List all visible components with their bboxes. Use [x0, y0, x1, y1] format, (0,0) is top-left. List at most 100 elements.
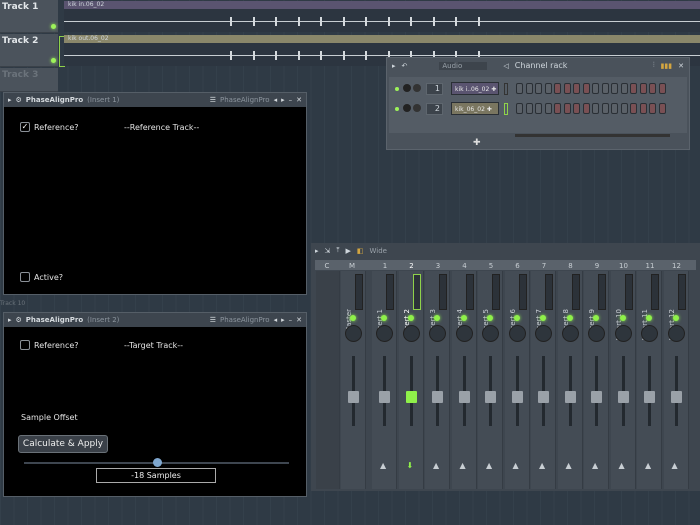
preset-name[interactable]: PhaseAlignPro [220, 96, 270, 104]
step-button[interactable] [535, 83, 542, 94]
active-checkbox[interactable]: Active? [20, 272, 63, 282]
view-mode[interactable]: Wide [370, 247, 387, 255]
step-button[interactable] [620, 103, 628, 114]
step-button[interactable] [592, 83, 599, 94]
enable-led[interactable] [434, 315, 440, 321]
volume-fader[interactable] [458, 356, 470, 426]
channel-select[interactable] [504, 103, 508, 115]
step-button[interactable] [601, 103, 609, 114]
filter-dropdown[interactable]: Audio [439, 61, 488, 70]
volume-fader[interactable] [564, 356, 576, 426]
step-button[interactable] [592, 103, 599, 114]
fader-cap[interactable] [379, 391, 390, 403]
menu-icon[interactable]: ☰ [210, 96, 216, 104]
close-icon[interactable]: ✕ [678, 62, 684, 70]
volume-fader[interactable] [591, 356, 602, 426]
mixer-strip-insert-10[interactable]: Insert 10 ▲ [610, 271, 636, 489]
fader-cap[interactable] [348, 391, 359, 403]
enable-led[interactable] [540, 315, 546, 321]
pan-knob[interactable] [508, 325, 526, 342]
send-icon[interactable]: ▶ [346, 247, 351, 255]
checkbox-box[interactable] [20, 340, 30, 350]
step-button[interactable] [535, 103, 542, 114]
track-led[interactable] [51, 58, 56, 63]
gear-icon[interactable]: ⚙ [16, 96, 22, 104]
fader-cap[interactable] [458, 391, 470, 403]
enable-led[interactable] [350, 315, 356, 321]
send-arrow-icon[interactable]: ▲ [460, 461, 466, 470]
step-button[interactable] [658, 83, 666, 94]
step-button[interactable] [649, 83, 656, 94]
send-arrow-icon[interactable]: ▲ [433, 461, 439, 470]
step-button[interactable] [582, 83, 590, 94]
prev-icon[interactable]: ◂ [274, 316, 278, 324]
mixer-strip-insert-7[interactable]: Insert 7 ▲ [531, 271, 556, 489]
fader-cap[interactable] [644, 391, 655, 403]
track-header-3[interactable]: Track 3 [0, 68, 58, 92]
enable-led[interactable] [672, 315, 679, 321]
reference-checkbox[interactable]: Reference? [20, 340, 79, 350]
volume-fader[interactable] [511, 356, 523, 426]
send-arrow-icon[interactable]: ▲ [513, 461, 519, 470]
fader-cap[interactable] [670, 391, 682, 403]
track-header-1[interactable]: Track 1 [0, 0, 58, 33]
gear-icon[interactable]: ⚙ [16, 316, 22, 324]
track-led[interactable] [51, 24, 56, 29]
step-button[interactable] [516, 103, 523, 114]
channel-button[interactable]: kik_06_02 ✚ [451, 102, 499, 115]
volume-fader[interactable] [617, 356, 629, 426]
slider-thumb[interactable] [152, 458, 162, 467]
calculate-apply-button[interactable]: Calculate & Apply [18, 435, 108, 453]
send-arrow-icon[interactable]: ▲ [592, 461, 598, 470]
enable-led[interactable] [566, 315, 573, 321]
pan-knob[interactable] [413, 104, 421, 112]
pan-knob[interactable] [561, 325, 579, 342]
render-icon[interactable]: ⤒ [336, 246, 339, 255]
mixer-track-number[interactable]: 1 [426, 83, 443, 95]
minimize-icon[interactable]: – [289, 96, 293, 104]
clip-kik-in[interactable]: kik in.06_02 [64, 1, 700, 32]
horizontal-scrollbar[interactable] [515, 134, 670, 137]
reference-checkbox[interactable]: ✓ Reference? [20, 122, 79, 132]
fader-cap[interactable] [432, 391, 443, 403]
close-icon[interactable]: ✕ [296, 96, 302, 104]
mixer-strip-insert-12[interactable]: Insert 12 ▲ [663, 271, 689, 489]
next-icon[interactable]: ▸ [281, 96, 285, 104]
step-button[interactable] [658, 103, 666, 114]
step-button[interactable] [573, 103, 580, 114]
pan-knob[interactable] [667, 325, 685, 342]
add-channel-icon[interactable]: ✚ [473, 138, 481, 148]
checkbox-box[interactable] [20, 272, 30, 282]
fader-cap[interactable] [405, 391, 417, 403]
plugin-title-bar[interactable]: ▸ ⚙ PhaseAlignPro (Insert 1) ☰ PhaseAlignPr… [4, 93, 306, 107]
step-button[interactable] [544, 83, 552, 94]
route-icon[interactable]: ⇲ [325, 247, 331, 255]
mixer-strip-insert-2[interactable]: Insert 2 ⬇ [398, 271, 424, 489]
volume-knob[interactable] [403, 104, 411, 112]
step-button[interactable] [525, 83, 533, 94]
volume-knob[interactable] [403, 84, 411, 92]
pan-knob[interactable] [413, 84, 421, 92]
step-button[interactable] [630, 103, 637, 114]
arrow-icon[interactable]: ▸ [392, 62, 396, 70]
mixer-strip-insert-8[interactable]: Insert 8 ▲ [557, 271, 583, 489]
pan-knob[interactable] [402, 325, 420, 342]
fader-cap[interactable] [485, 391, 496, 403]
step-button[interactable] [554, 103, 561, 114]
volume-fader[interactable] [644, 356, 655, 426]
enable-led[interactable] [381, 315, 387, 321]
step-button[interactable] [525, 103, 533, 114]
step-button[interactable] [620, 83, 628, 94]
offset-slider[interactable] [24, 458, 289, 467]
enable-led[interactable] [487, 315, 493, 321]
enable-led[interactable] [646, 315, 652, 321]
pan-knob[interactable] [455, 325, 473, 342]
preset-name[interactable]: PhaseAlignPro [220, 316, 270, 324]
step-button[interactable] [563, 103, 571, 114]
enable-led[interactable] [513, 315, 520, 321]
pan-knob[interactable] [482, 325, 499, 342]
fader-cap[interactable] [591, 391, 602, 403]
step-button[interactable] [630, 83, 637, 94]
track-header-2[interactable]: Track 2 [0, 34, 58, 67]
volume-fader[interactable] [379, 356, 390, 426]
